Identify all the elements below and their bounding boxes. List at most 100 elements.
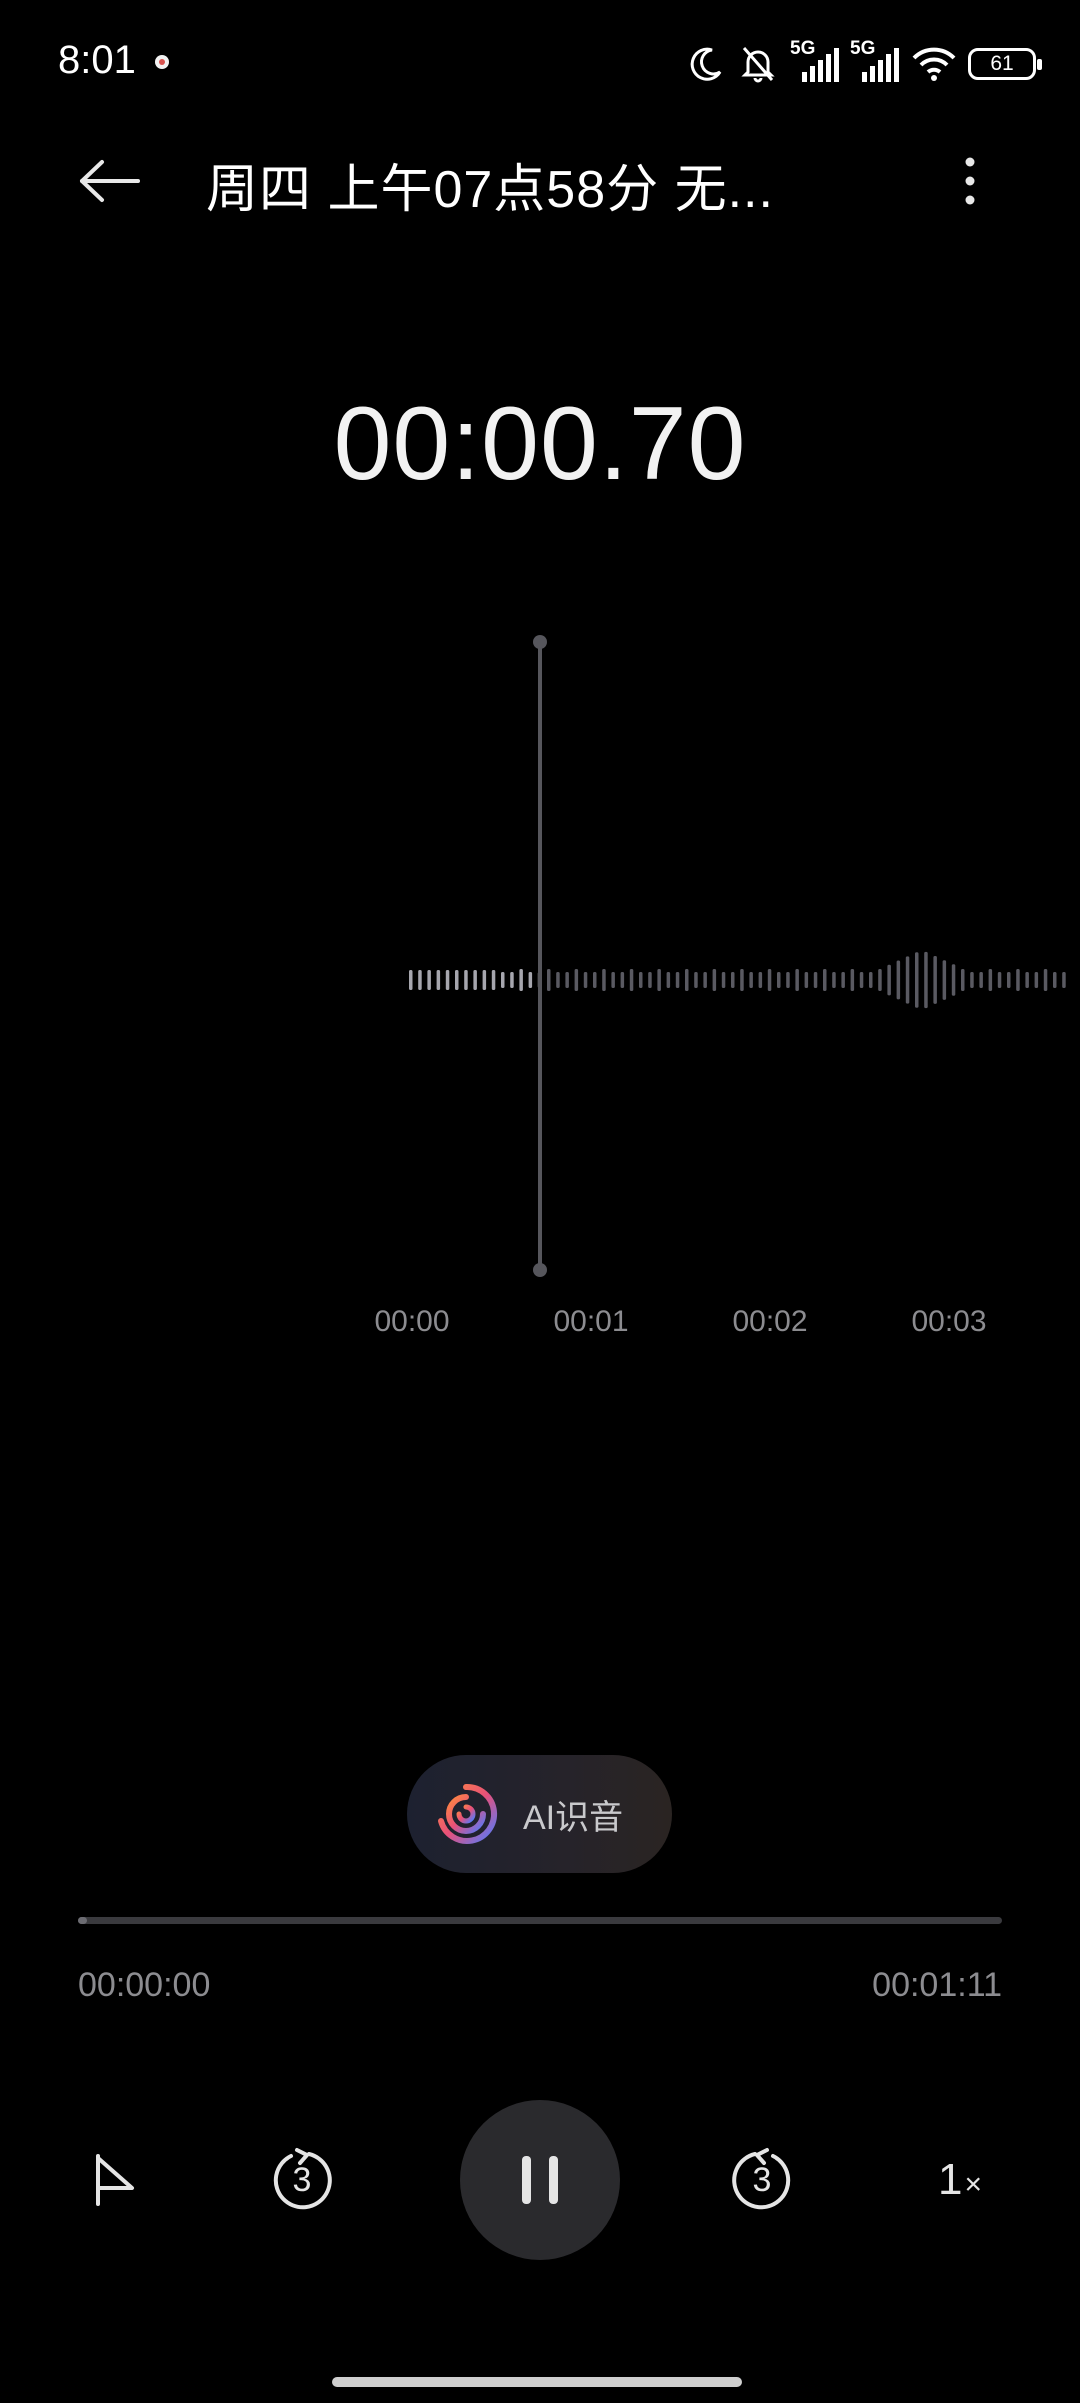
waveform-bar (767, 969, 772, 991)
waveform-bar (418, 970, 422, 990)
waveform-bar (694, 972, 698, 988)
time-label: 00:02 (732, 1305, 808, 1338)
waveform-bar (841, 972, 845, 988)
waveform-bar (878, 969, 882, 991)
waveform-bar (905, 956, 910, 1004)
ai-recognition-button[interactable]: AI识音 (407, 1755, 672, 1873)
waveform-bar (749, 972, 753, 988)
waveform-bar (924, 951, 928, 1009)
signal-icon-1: 5G (790, 38, 840, 86)
waveform-bar (565, 972, 569, 988)
back-button[interactable] (68, 146, 152, 216)
waveform-bar (1007, 972, 1011, 988)
waveform-bar (629, 969, 634, 991)
waveform-bar (1062, 972, 1066, 988)
arrow-left-icon (80, 160, 140, 202)
waveform-bar (464, 970, 468, 990)
waveform-bar (593, 972, 597, 988)
status-time: 8:01 (58, 38, 136, 82)
time-label: 00:00 (374, 1305, 450, 1338)
waveform-bar (823, 969, 827, 991)
waveform-bar (666, 972, 671, 988)
waveform-bar (951, 964, 956, 996)
time-label: 00:03 (911, 1305, 987, 1338)
waveform-bar (832, 972, 836, 988)
status-icons: 5G 5G 61 (686, 36, 1042, 92)
waveform-bar (409, 970, 413, 990)
waveform-bar (721, 972, 726, 988)
waveform-bar (703, 972, 707, 988)
waveform-bar (436, 970, 441, 990)
waveform-bar (445, 970, 450, 990)
waveform-bar (712, 969, 717, 991)
waveform-bar (685, 969, 689, 991)
waveform-bar (804, 972, 809, 988)
waveform-bar (455, 970, 459, 990)
forward-seconds: 3 (752, 2160, 772, 2199)
waveform-time-axis: 00:00 00:01 00:02 00:03 (0, 1305, 1080, 1345)
waveform-bar (915, 952, 919, 1008)
total-duration: 00:01:11 (872, 1966, 1002, 2004)
more-options-button[interactable] (944, 146, 996, 216)
waveform-bar (859, 972, 864, 988)
mute-bell-icon (741, 47, 775, 83)
waveform-bar (988, 969, 993, 991)
waveform-bar (979, 972, 983, 988)
pause-button[interactable] (460, 2100, 620, 2260)
waveform-bar (795, 969, 799, 991)
waveform-bar (786, 972, 790, 988)
waveform-bar (758, 972, 763, 988)
waveform-bar (933, 956, 937, 1004)
waveform-view[interactable] (0, 620, 1080, 1280)
waveform-bar (1053, 972, 1057, 988)
speed-suffix: × (964, 2168, 982, 2201)
waveform-bar (639, 972, 643, 988)
signal-icon-2: 5G (850, 38, 900, 86)
waveform-bar (427, 970, 431, 990)
battery-level: 61 (990, 52, 1014, 75)
waveform-bar (850, 969, 855, 991)
waveform-bar (648, 972, 652, 988)
forward-button[interactable]: 3 (722, 2140, 802, 2220)
waveform-bar (896, 960, 901, 1000)
moon-icon (690, 47, 722, 81)
recording-title: 周四 上午07点58分 无... (206, 161, 774, 219)
waveform-bar (482, 970, 487, 990)
playback-speed-button[interactable]: 1 × (920, 2140, 1000, 2220)
wifi-icon (912, 47, 956, 81)
playhead-top-handle[interactable] (533, 635, 547, 649)
home-indicator[interactable] (332, 2377, 742, 2387)
waveform-bar (740, 969, 744, 991)
waveform-bar (1016, 969, 1020, 991)
waveform-bar (473, 970, 477, 990)
rewind-button[interactable]: 3 (262, 2140, 342, 2220)
battery-indicator: 61 (968, 48, 1042, 80)
time-label: 00:01 (553, 1305, 629, 1338)
flag-icon (96, 2154, 134, 2206)
recorder-playback-screen: 8:01 5G 5G 61 周四 上午07点58分 无... 00:00.70 … (0, 0, 1080, 2403)
waveform-bar (777, 972, 781, 988)
rewind-seconds: 3 (292, 2160, 312, 2199)
pause-icon (522, 2156, 558, 2204)
waveform-bar (970, 972, 974, 988)
more-vertical-icon (965, 157, 975, 205)
waveform-bar (611, 972, 615, 988)
waveform-bar (657, 969, 661, 991)
speed-value: 1 (937, 2155, 963, 2204)
waveform-bar (1034, 972, 1039, 988)
playhead-bottom-handle[interactable] (533, 1263, 547, 1277)
playback-progress-bar[interactable] (78, 1917, 1002, 1924)
waveform-bar (491, 970, 496, 990)
notification-app-icon (155, 55, 169, 69)
waveform-bar (961, 969, 965, 991)
waveform-bar (887, 964, 891, 996)
ai-swirl-icon (438, 1783, 498, 1844)
ai-button-label: AI识音 (523, 1798, 624, 1837)
waveform-bar (501, 972, 505, 988)
waveform-bar (602, 969, 606, 991)
mark-button[interactable] (80, 2140, 150, 2220)
waveform-bar (942, 960, 947, 1000)
waveform-bar (528, 972, 533, 988)
waveform-bar (547, 969, 551, 991)
waveform-bar (997, 972, 1002, 988)
